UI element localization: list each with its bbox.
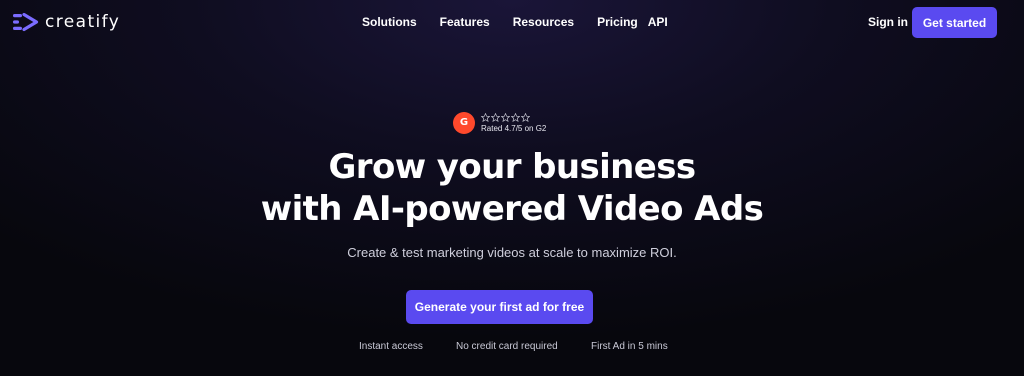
perks-list: Instant access No credit card required F… <box>0 341 1024 353</box>
perk-first-ad: First Ad in 5 mins <box>591 341 668 352</box>
nav-api[interactable]: API <box>648 15 668 29</box>
main-nav: Solutions Features Resources Pricing API <box>362 15 668 29</box>
star-icon <box>481 112 490 122</box>
nav-solutions[interactable]: Solutions <box>362 15 417 29</box>
star-icon <box>521 112 530 122</box>
generate-ad-button[interactable]: Generate your first ad for free <box>406 290 593 324</box>
site-header: creatify Solutions Features Resources Pr… <box>0 0 1024 44</box>
perk-no-credit-card: No credit card required <box>456 341 558 352</box>
star-icon <box>491 112 500 122</box>
rating-stars <box>481 112 546 122</box>
nav-resources[interactable]: Resources <box>513 15 574 29</box>
hero-subtitle: Create & test marketing videos at scale … <box>347 245 677 260</box>
brand-name: creatify <box>45 12 121 32</box>
get-started-button[interactable]: Get started <box>912 7 997 38</box>
perk-instant-access: Instant access <box>359 341 423 352</box>
nav-pricing[interactable]: Pricing <box>597 15 638 29</box>
sign-in-link[interactable]: Sign in <box>868 15 908 29</box>
rating-text: Rated 4.7/5 on G2 <box>481 124 547 133</box>
g2-badge-text: G <box>459 117 469 128</box>
star-icon <box>501 112 510 122</box>
creatify-logo-icon <box>13 12 39 32</box>
g2-logo-icon: G <box>453 112 475 134</box>
nav-features[interactable]: Features <box>440 15 490 29</box>
hero-title-line-1: Grow your business <box>328 147 697 187</box>
hero-title: Grow your business with AI-powered Video… <box>0 146 1024 230</box>
star-icon <box>511 112 520 122</box>
rating-info: Rated 4.7/5 on G2 <box>481 112 546 134</box>
g2-rating: G Rated 4.7/5 on G2 <box>453 112 546 134</box>
logo-link[interactable]: creatify <box>13 12 120 32</box>
hero-title-line-2: with AI-powered Video Ads <box>260 189 764 229</box>
